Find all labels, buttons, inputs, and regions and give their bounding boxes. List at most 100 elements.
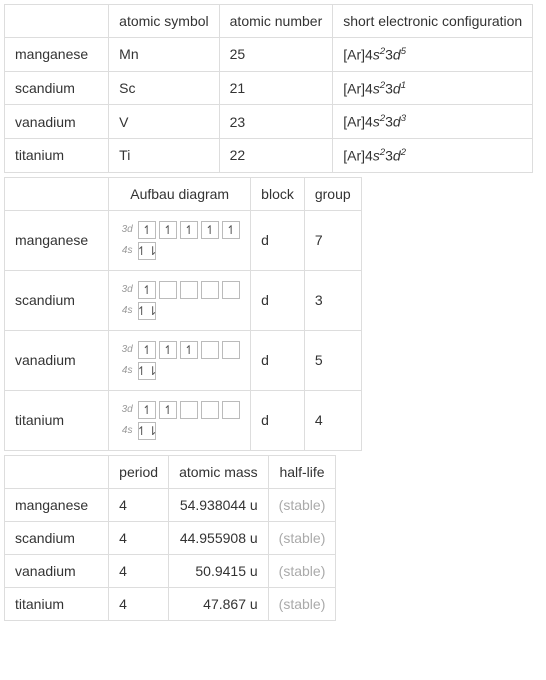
element-name: manganese bbox=[5, 488, 109, 521]
atomic-symbol: Mn bbox=[109, 38, 219, 72]
orbital-box bbox=[201, 281, 219, 299]
shell-label-3d: 3d bbox=[119, 284, 135, 295]
group-value: 4 bbox=[304, 390, 361, 450]
orbital-box bbox=[201, 341, 219, 359]
orbital-box bbox=[222, 341, 240, 359]
element-name: manganese bbox=[5, 38, 109, 72]
orbital-box: ↿ bbox=[138, 341, 156, 359]
table-row: manganese 3d↿↿↿↿↿ 4s↿⇂ d7 bbox=[5, 210, 362, 270]
orbital-box: ↿⇂ bbox=[138, 302, 156, 320]
aufbau-diagram: 3d↿ 4s↿⇂ bbox=[109, 270, 251, 330]
empty-header bbox=[5, 5, 109, 38]
shell-label-3d: 3d bbox=[119, 224, 135, 235]
electronic-config: [Ar]4s23d2 bbox=[333, 138, 533, 172]
half-life-value: (stable) bbox=[268, 488, 336, 521]
header-symbol: atomic symbol bbox=[109, 5, 219, 38]
header-config: short electronic configuration bbox=[333, 5, 533, 38]
atomic-number: 23 bbox=[219, 105, 333, 139]
orbital-box: ↿⇂ bbox=[138, 422, 156, 440]
period-value: 4 bbox=[109, 554, 169, 587]
element-name: vanadium bbox=[5, 554, 109, 587]
orbital-box: ↿⇂ bbox=[138, 242, 156, 260]
mass-value: 50.9415 u bbox=[169, 554, 269, 587]
element-name: vanadium bbox=[5, 330, 109, 390]
table-row: manganeseMn25[Ar]4s23d5 bbox=[5, 38, 533, 72]
electronic-config: [Ar]4s23d3 bbox=[333, 105, 533, 139]
table-row: vanadium450.9415 u(stable) bbox=[5, 554, 336, 587]
shell-label-4s: 4s bbox=[119, 305, 135, 316]
orbital-box bbox=[222, 281, 240, 299]
header-mass: atomic mass bbox=[169, 455, 269, 488]
orbital-box: ↿ bbox=[180, 221, 198, 239]
group-value: 3 bbox=[304, 270, 361, 330]
table-row: vanadiumV23[Ar]4s23d3 bbox=[5, 105, 533, 139]
block-value: d bbox=[251, 330, 305, 390]
group-value: 7 bbox=[304, 210, 361, 270]
element-name: manganese bbox=[5, 210, 109, 270]
half-life-value: (stable) bbox=[268, 521, 336, 554]
aufbau-diagram: 3d↿↿↿ 4s↿⇂ bbox=[109, 330, 251, 390]
table-row: titanium 3d↿↿ 4s↿⇂ d4 bbox=[5, 390, 362, 450]
orbital-box: ↿ bbox=[222, 221, 240, 239]
orbital-box: ↿⇂ bbox=[138, 362, 156, 380]
table-row: manganese454.938044 u(stable) bbox=[5, 488, 336, 521]
table-mass: period atomic mass half-life manganese45… bbox=[4, 455, 336, 621]
orbital-box: ↿ bbox=[138, 401, 156, 419]
block-value: d bbox=[251, 390, 305, 450]
period-value: 4 bbox=[109, 488, 169, 521]
shell-label-4s: 4s bbox=[119, 365, 135, 376]
table-aufbau: Aufbau diagram block group manganese 3d↿… bbox=[4, 177, 362, 451]
block-value: d bbox=[251, 270, 305, 330]
atomic-symbol: V bbox=[109, 105, 219, 139]
orbital-box bbox=[180, 281, 198, 299]
orbital-box: ↿ bbox=[159, 221, 177, 239]
empty-header bbox=[5, 455, 109, 488]
orbital-box: ↿ bbox=[159, 341, 177, 359]
element-name: scandium bbox=[5, 521, 109, 554]
table-row: titanium447.867 u(stable) bbox=[5, 587, 336, 620]
orbital-box: ↿ bbox=[138, 221, 156, 239]
orbital-box bbox=[222, 401, 240, 419]
table-atomic: atomic symbol atomic number short electr… bbox=[4, 4, 533, 173]
mass-value: 54.938044 u bbox=[169, 488, 269, 521]
orbital-box: ↿ bbox=[159, 401, 177, 419]
period-value: 4 bbox=[109, 587, 169, 620]
orbital-box: ↿ bbox=[138, 281, 156, 299]
table-row: scandium444.955908 u(stable) bbox=[5, 521, 336, 554]
atomic-number: 21 bbox=[219, 71, 333, 105]
empty-header bbox=[5, 177, 109, 210]
header-aufbau: Aufbau diagram bbox=[109, 177, 251, 210]
aufbau-diagram: 3d↿↿ 4s↿⇂ bbox=[109, 390, 251, 450]
atomic-number: 22 bbox=[219, 138, 333, 172]
table-row: titaniumTi22[Ar]4s23d2 bbox=[5, 138, 533, 172]
aufbau-diagram: 3d↿↿↿↿↿ 4s↿⇂ bbox=[109, 210, 251, 270]
table-row: vanadium 3d↿↿↿ 4s↿⇂ d5 bbox=[5, 330, 362, 390]
table-row: scandium 3d↿ 4s↿⇂ d3 bbox=[5, 270, 362, 330]
mass-value: 44.955908 u bbox=[169, 521, 269, 554]
shell-label-3d: 3d bbox=[119, 404, 135, 415]
orbital-box bbox=[180, 401, 198, 419]
shell-label-4s: 4s bbox=[119, 425, 135, 436]
table-row: scandiumSc21[Ar]4s23d1 bbox=[5, 71, 533, 105]
element-name: titanium bbox=[5, 138, 109, 172]
group-value: 5 bbox=[304, 330, 361, 390]
header-group: group bbox=[304, 177, 361, 210]
element-name: scandium bbox=[5, 270, 109, 330]
shell-label-3d: 3d bbox=[119, 344, 135, 355]
atomic-symbol: Ti bbox=[109, 138, 219, 172]
header-block: block bbox=[251, 177, 305, 210]
element-name: vanadium bbox=[5, 105, 109, 139]
period-value: 4 bbox=[109, 521, 169, 554]
electronic-config: [Ar]4s23d1 bbox=[333, 71, 533, 105]
electronic-config: [Ar]4s23d5 bbox=[333, 38, 533, 72]
element-name: scandium bbox=[5, 71, 109, 105]
block-value: d bbox=[251, 210, 305, 270]
half-life-value: (stable) bbox=[268, 554, 336, 587]
element-name: titanium bbox=[5, 390, 109, 450]
half-life-value: (stable) bbox=[268, 587, 336, 620]
orbital-box bbox=[159, 281, 177, 299]
mass-value: 47.867 u bbox=[169, 587, 269, 620]
header-period: period bbox=[109, 455, 169, 488]
atomic-number: 25 bbox=[219, 38, 333, 72]
atomic-symbol: Sc bbox=[109, 71, 219, 105]
